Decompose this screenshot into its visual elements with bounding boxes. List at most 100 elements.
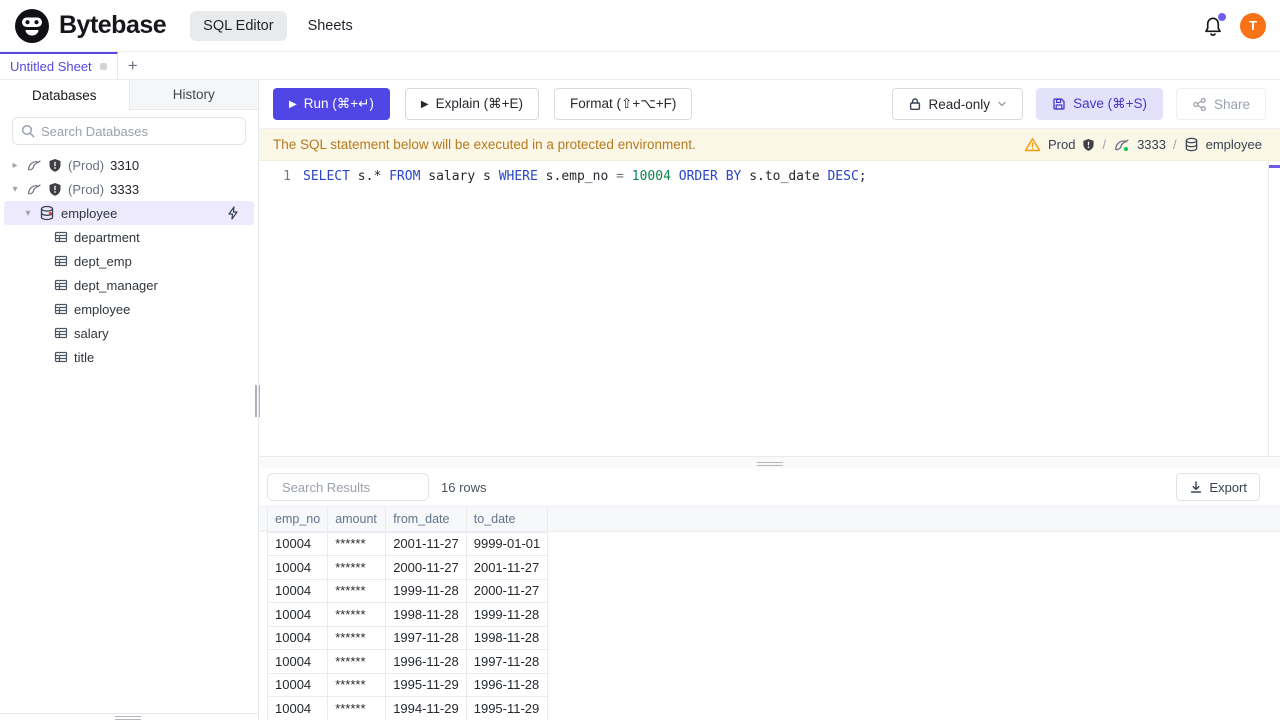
column-header-from_date[interactable]: from_date xyxy=(385,506,467,533)
table-icon xyxy=(54,303,68,315)
results-table: emp_no amount from_date to_date 10004 ******… xyxy=(266,506,549,720)
avatar[interactable]: T xyxy=(1240,12,1266,39)
table-row: 10004 ****** 1998-11-28 1999-11-28 xyxy=(266,602,549,627)
table-row: 10004 ****** 1994-11-29 1995-11-29 xyxy=(266,696,549,720)
explain-button[interactable]: ▶ Explain (⌘+E) xyxy=(404,88,540,120)
database-icon xyxy=(40,205,54,221)
sql-token-keyword: DESC xyxy=(827,169,859,184)
environment-shield-icon xyxy=(49,182,61,196)
unsaved-dot-icon xyxy=(99,63,107,70)
nav-sql-editor[interactable]: SQL Editor xyxy=(190,10,287,41)
cell-from_date: 1998-11-28 xyxy=(385,602,467,627)
cell-to_date: 9999-01-01 xyxy=(465,531,549,556)
results-table-area: emp_no amount from_date to_date 10004 ******… xyxy=(259,506,1280,720)
breadcrumb-database: employee xyxy=(1205,137,1262,152)
tree-item-instance-3310[interactable]: ▸ (Prod) 3310 xyxy=(0,153,258,177)
cell-from_date: 1999-11-28 xyxy=(385,578,467,603)
cell-amount: ****** xyxy=(327,649,387,674)
database-search-input[interactable] xyxy=(41,123,237,139)
main-nav: SQL Editor Sheets xyxy=(190,10,366,41)
results-panel-divider[interactable] xyxy=(259,456,1280,468)
tree-item-table-salary[interactable]: salary xyxy=(0,321,258,345)
chevron-down-icon xyxy=(998,101,1006,107)
cell-emp_no: 10004 xyxy=(266,672,329,697)
table-icon xyxy=(54,351,68,363)
env-label: (Prod) xyxy=(68,181,105,197)
column-header-emp_no[interactable]: emp_no xyxy=(266,506,329,533)
protected-env-banner: The SQL statement below will be executed… xyxy=(259,129,1280,161)
cell-from_date: 1996-11-28 xyxy=(385,649,467,674)
environment-shield-icon xyxy=(49,158,61,172)
header-actions: T xyxy=(1202,12,1266,39)
tree-item-table-title[interactable]: title xyxy=(0,345,258,369)
share-button[interactable]: Share xyxy=(1175,88,1266,120)
column-header-to_date[interactable]: to_date xyxy=(465,506,549,533)
mysql-icon xyxy=(27,184,41,195)
sheet-tab-untitled[interactable]: Untitled Sheet xyxy=(0,52,118,79)
sidebar-resize-handle[interactable] xyxy=(115,714,141,720)
play-icon: ▶ xyxy=(420,98,429,110)
tree-item-instance-3333[interactable]: ▾ (Prod) 3333 xyxy=(0,177,258,201)
env-label: (Prod) xyxy=(68,157,105,173)
sql-token-plain: s.to_date xyxy=(741,169,828,184)
tree-item-table-dept_emp[interactable]: dept_emp xyxy=(0,249,258,273)
lightning-icon[interactable] xyxy=(226,206,240,220)
tree-item-table-department[interactable]: department xyxy=(0,225,258,249)
editor-pane: ▶ Run (⌘+↵) ▶ Explain (⌘+E) Format (⇧+⌥+… xyxy=(259,80,1280,720)
panel-resize-handle[interactable] xyxy=(756,460,783,466)
notifications-button[interactable] xyxy=(1202,12,1226,37)
run-button[interactable]: ▶ Run (⌘+↵) xyxy=(273,88,390,120)
tree-item-table-dept_manager[interactable]: dept_manager xyxy=(0,273,258,297)
bytebase-logo-icon[interactable] xyxy=(14,8,50,44)
readonly-mode-dropdown[interactable]: Read-only xyxy=(891,88,1024,120)
readonly-label: Read-only xyxy=(928,96,991,112)
sql-token-number: 10004 xyxy=(631,169,671,184)
results-body: 10004 ****** 2001-11-27 9999-01-01 10004 ****… xyxy=(266,531,549,720)
database-tree: ▸ (Prod) 3310 ▾ (Prod) 3333 ▾ employee d… xyxy=(0,151,258,720)
add-sheet-button[interactable]: + xyxy=(118,52,148,79)
sql-token-plain: s.emp_no xyxy=(537,169,617,184)
tree-item-table-employee[interactable]: employee xyxy=(0,297,258,321)
sql-code-line: SELECT s.* FROM salary s WHERE s.emp_no … xyxy=(303,167,867,186)
table-row: 10004 ****** 2000-11-27 2001-11-27 xyxy=(266,555,549,580)
sql-token-keyword: SELECT xyxy=(303,169,350,184)
tree-item-database-employee[interactable]: ▾ employee xyxy=(4,201,254,225)
export-button[interactable]: Export xyxy=(1176,473,1260,501)
save-button[interactable]: Save (⌘+S) xyxy=(1036,88,1163,120)
row-count: 16 rows xyxy=(441,479,487,495)
results-search-input[interactable] xyxy=(282,479,458,495)
editor-overview-ruler[interactable] xyxy=(1268,161,1280,456)
cursor-position-marker xyxy=(1269,165,1280,168)
table-list: department dept_emp dept_manager employee sa… xyxy=(0,225,258,369)
editor-toolbar: ▶ Run (⌘+↵) ▶ Explain (⌘+E) Format (⇧+⌥+… xyxy=(259,80,1280,129)
banner-message: The SQL statement below will be executed… xyxy=(273,137,696,152)
cell-amount: ****** xyxy=(327,531,387,556)
caret-expanded-icon: ▾ xyxy=(12,183,18,195)
instance-name: 3333 xyxy=(110,181,140,197)
tab-history[interactable]: History xyxy=(129,80,258,110)
column-header-amount[interactable]: amount xyxy=(327,506,387,533)
sidebar-width-resize-handle[interactable] xyxy=(255,385,261,417)
sidebar-bottom-divider xyxy=(0,713,258,720)
results-search-box[interactable] xyxy=(267,473,458,501)
sql-editor[interactable]: 1 SELECT s.* FROM salary s WHERE s.emp_n… xyxy=(259,161,1280,456)
format-button-label: Format (⇧+⌥+F) xyxy=(570,96,677,111)
cell-to_date: 2001-11-27 xyxy=(465,555,549,580)
lock-icon xyxy=(909,98,920,111)
database-search-box[interactable] xyxy=(12,117,246,145)
table-name: title xyxy=(74,349,95,365)
cell-amount: ****** xyxy=(327,555,387,580)
tab-databases[interactable]: Databases xyxy=(0,80,130,110)
sql-token-operator: = xyxy=(616,169,632,184)
format-button[interactable]: Format (⇧+⌥+F) xyxy=(554,88,693,120)
table-row: 10004 ****** 1995-11-29 1996-11-28 xyxy=(266,672,549,697)
code-line-1: 1 SELECT s.* FROM salary s WHERE s.emp_n… xyxy=(259,161,1280,186)
nav-sheets[interactable]: Sheets xyxy=(295,11,366,41)
main-split: Databases History ▸ xyxy=(0,80,1280,720)
results-panel: 16 rows Export emp_noamountfrom_dateto_d… xyxy=(259,468,1280,720)
table-row: 10004 ****** 2001-11-27 9999-01-01 xyxy=(266,531,549,556)
caret-collapsed-icon: ▸ xyxy=(12,159,18,171)
cell-from_date: 1997-11-28 xyxy=(385,625,467,650)
mysql-icon xyxy=(27,160,41,171)
table-row: 10004 ****** 1997-11-28 1998-11-28 xyxy=(266,625,549,650)
